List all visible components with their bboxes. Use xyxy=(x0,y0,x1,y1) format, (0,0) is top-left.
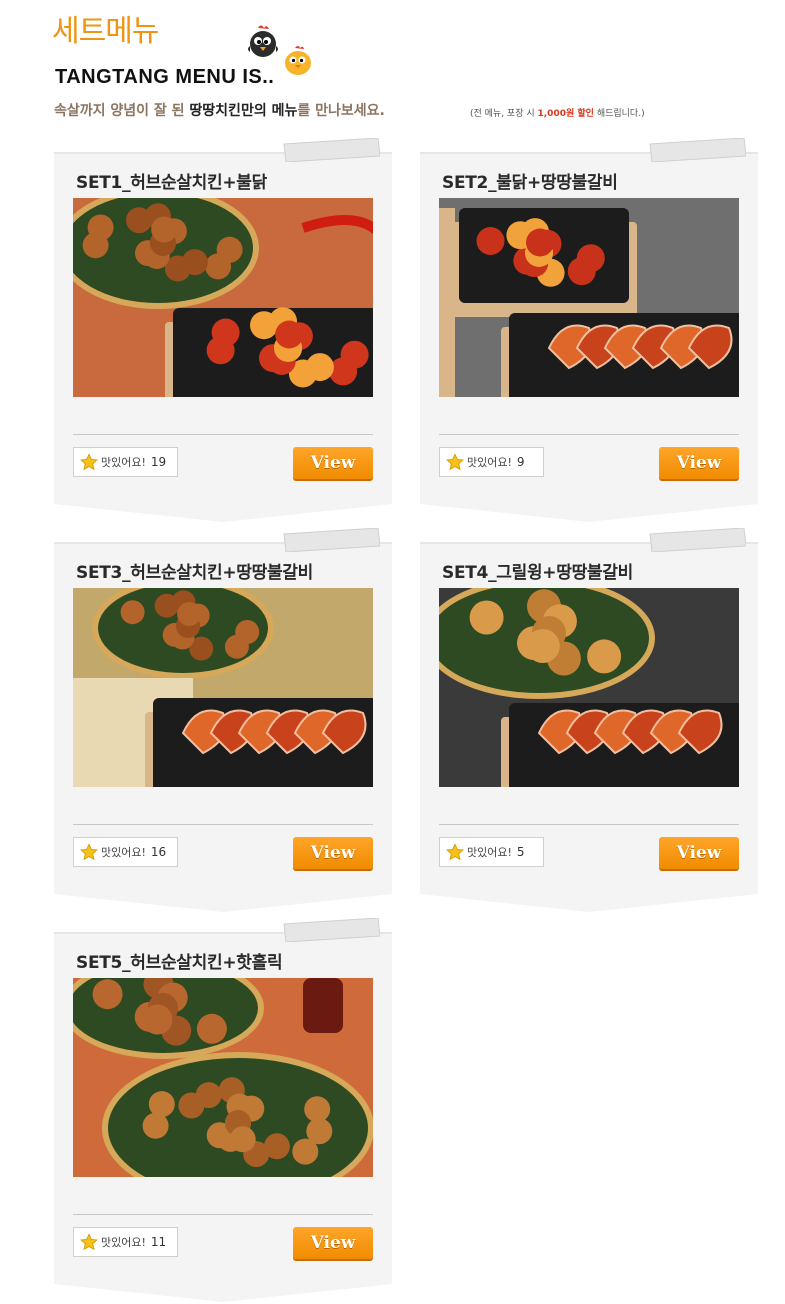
view-button[interactable]: View xyxy=(293,1227,373,1259)
set-photo[interactable] xyxy=(73,198,373,397)
tape-decoration xyxy=(649,528,746,552)
set-title: SET4_그릴윙+땅땅불갈비 xyxy=(442,563,633,583)
food-photo-image xyxy=(73,978,373,1177)
menu-subtitle: TANGTANG MENU IS.. xyxy=(55,66,275,88)
like-button[interactable]: 맛있어요! 11 xyxy=(73,1227,178,1257)
set-photo[interactable] xyxy=(73,588,373,787)
like-count: 9 xyxy=(516,455,525,469)
like-count: 11 xyxy=(150,1235,167,1249)
set-menu-page: 세트메뉴 TANGTANG MENU IS.. 속살까지 양념이 잘 된 땅땅치… xyxy=(0,0,785,1302)
tagline: 속살까지 양념이 잘 된 땅땅치킨만의 메뉴를 만나보세요. xyxy=(54,100,385,120)
set-card: SET4_그릴윙+땅땅불갈비 맛있어요! 5 View xyxy=(420,528,758,914)
star-icon xyxy=(80,843,98,861)
like-count: 16 xyxy=(150,845,167,859)
like-button[interactable]: 맛있어요! 5 xyxy=(439,837,544,867)
food-photo-image xyxy=(439,198,739,397)
card-divider xyxy=(73,824,373,825)
card-divider xyxy=(73,1214,373,1215)
like-button[interactable]: 맛있어요! 19 xyxy=(73,447,178,477)
like-label: 맛있어요! xyxy=(467,456,512,469)
set-title: SET1_허브순살치킨+불닭 xyxy=(76,173,267,193)
card-divider xyxy=(439,824,739,825)
tagline-brand: 땅땅치킨만의 메뉴 xyxy=(189,103,298,119)
like-count: 19 xyxy=(150,455,167,469)
set-card: SET5_허브순살치킨+핫홀릭 맛있어요! 11 View xyxy=(54,918,392,1304)
view-button[interactable]: View xyxy=(659,447,739,479)
star-icon xyxy=(446,843,464,861)
yellow-chick-mascot-icon xyxy=(285,46,311,75)
note-prefix: (전 메뉴, 포장 시 xyxy=(470,109,538,119)
tagline-prefix: 속살까지 양념이 잘 된 xyxy=(54,103,190,119)
tape-decoration xyxy=(283,918,380,942)
set-photo[interactable] xyxy=(439,198,739,397)
like-label: 맛있어요! xyxy=(101,456,146,469)
like-label: 맛있어요! xyxy=(101,1236,146,1249)
like-button[interactable]: 맛있어요! 9 xyxy=(439,447,544,477)
card-divider xyxy=(73,434,373,435)
takeout-discount-note: (전 메뉴, 포장 시 1,000원 할인 해드립니다.) xyxy=(470,106,645,119)
set-photo[interactable] xyxy=(73,978,373,1177)
page-title: 세트메뉴 xyxy=(52,14,159,49)
tape-decoration xyxy=(649,138,746,162)
star-icon xyxy=(446,453,464,471)
like-count: 5 xyxy=(516,845,525,859)
set-photo[interactable] xyxy=(439,588,739,787)
tagline-suffix: 를 만나보세요. xyxy=(297,103,385,119)
food-photo-image xyxy=(73,198,373,397)
like-button[interactable]: 맛있어요! 16 xyxy=(73,837,178,867)
set-title: SET2_불닭+땅땅불갈비 xyxy=(442,173,618,193)
set-card: SET3_허브순살치킨+땅땅불갈비 맛있어요! 16 View xyxy=(54,528,392,914)
set-card: SET2_불닭+땅땅불갈비 맛있어요! 9 View xyxy=(420,138,758,524)
star-icon xyxy=(80,453,98,471)
set-title: SET3_허브순살치킨+땅땅불갈비 xyxy=(76,563,313,583)
food-photo-image xyxy=(439,588,739,787)
tape-decoration xyxy=(283,528,380,552)
like-label: 맛있어요! xyxy=(467,846,512,859)
view-button[interactable]: View xyxy=(659,837,739,869)
view-button[interactable]: View xyxy=(293,447,373,479)
tape-decoration xyxy=(283,138,380,162)
view-button[interactable]: View xyxy=(293,837,373,869)
note-suffix: 해드립니다.) xyxy=(593,109,645,119)
card-divider xyxy=(439,434,739,435)
star-icon xyxy=(80,1233,98,1251)
set-card: SET1_허브순살치킨+불닭 맛있어요! 19 View xyxy=(54,138,392,524)
note-highlight: 1,000원 할인 xyxy=(537,109,594,119)
set-title: SET5_허브순살치킨+핫홀릭 xyxy=(76,953,283,973)
black-chick-mascot-icon xyxy=(248,25,278,57)
food-photo-image xyxy=(73,588,373,787)
like-label: 맛있어요! xyxy=(101,846,146,859)
